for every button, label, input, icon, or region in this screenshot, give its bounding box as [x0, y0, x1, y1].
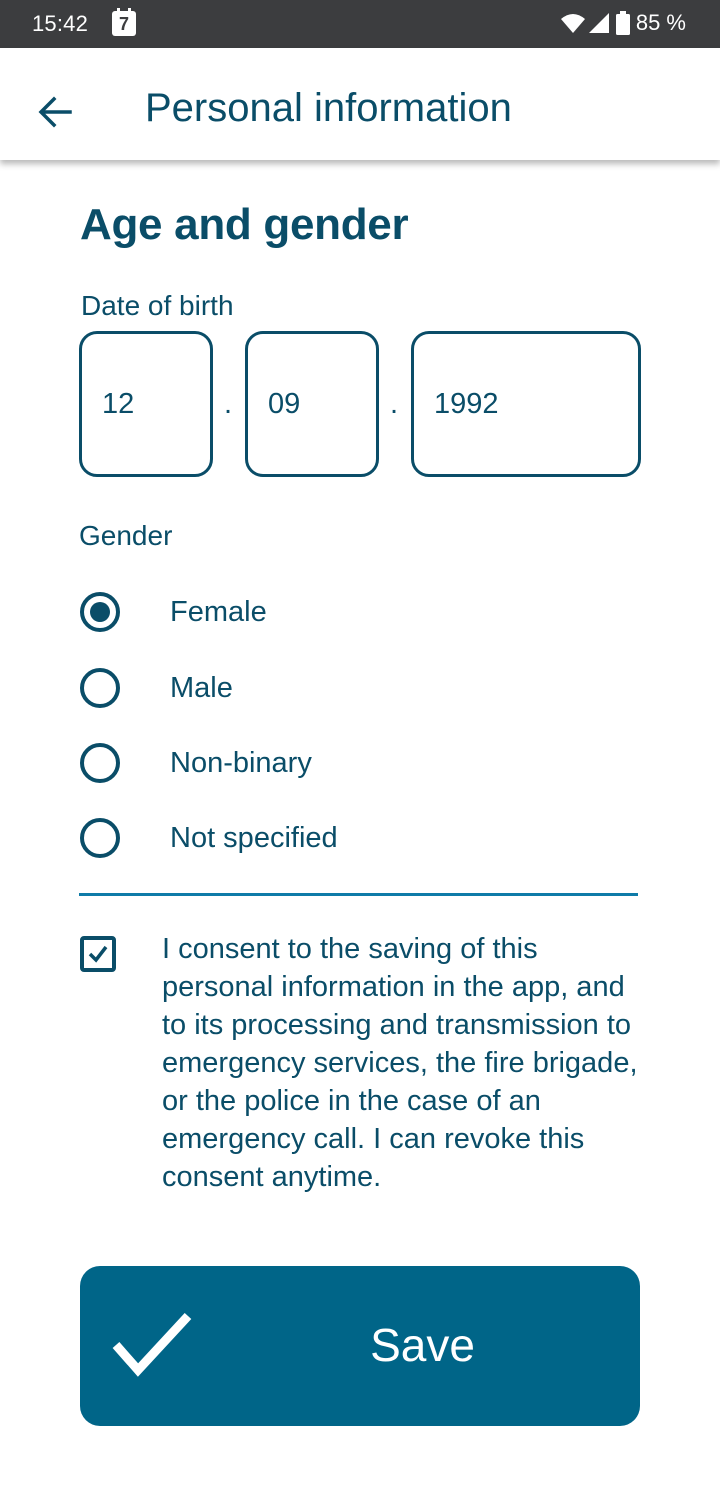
- day-input[interactable]: 12: [79, 331, 213, 477]
- signal-icon: [588, 13, 609, 33]
- consent-text: I consent to the saving of this personal…: [162, 933, 638, 1193]
- radio-unchecked-icon[interactable]: [80, 668, 120, 708]
- app-bar: Personal information: [0, 48, 720, 160]
- divider: [79, 893, 638, 896]
- gender-option-male[interactable]: Male: [79, 660, 639, 720]
- radio-unchecked-icon[interactable]: [80, 818, 120, 858]
- radio-label: Non-binary: [170, 747, 312, 779]
- calendar-icon: 7: [112, 8, 136, 36]
- date-separator: .: [390, 388, 399, 420]
- section-title: Age and gender: [80, 200, 409, 249]
- year-input[interactable]: 1992: [411, 331, 641, 477]
- date-of-birth-label: Date of birth: [81, 290, 234, 321]
- status-bar: 15:42 7 85 %: [0, 0, 720, 48]
- gender-option-non-binary[interactable]: Non-binary: [79, 735, 639, 795]
- radio-unchecked-icon[interactable]: [80, 743, 120, 783]
- gender-option-female[interactable]: Female: [79, 584, 639, 644]
- battery-icon: [615, 11, 630, 35]
- status-time: 15:42: [32, 11, 89, 36]
- status-icons: 85 %: [560, 10, 686, 36]
- arrow-left-icon: [38, 96, 72, 128]
- consent-checkbox[interactable]: [80, 936, 116, 972]
- back-button[interactable]: [34, 88, 78, 132]
- wifi-icon: [560, 14, 585, 33]
- page-title: Personal information: [145, 86, 512, 130]
- radio-label: Male: [170, 672, 233, 704]
- checkmark-icon: [88, 945, 108, 963]
- radio-label: Female: [170, 596, 267, 628]
- battery-percent: 85 %: [635, 10, 686, 35]
- gender-option-not-specified[interactable]: Not specified: [79, 810, 639, 870]
- save-button[interactable]: Save: [80, 1266, 640, 1426]
- radio-label: Not specified: [170, 822, 338, 854]
- month-input[interactable]: 09: [245, 331, 379, 477]
- save-button-label: Save: [370, 1319, 475, 1371]
- radio-checked-icon[interactable]: [80, 592, 120, 632]
- date-separator: .: [224, 388, 233, 420]
- gender-label: Gender: [79, 520, 173, 551]
